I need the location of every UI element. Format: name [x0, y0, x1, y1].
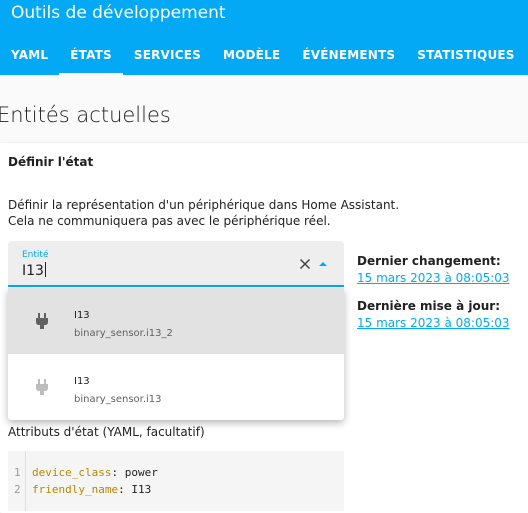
option-name: I13: [74, 376, 90, 387]
yaml-code-editor[interactable]: 1 device_class: power 2 friendly_name: I…: [8, 451, 344, 511]
tab-yaml[interactable]: YAML: [0, 36, 59, 75]
description-line-2: Cela ne communiquera pas avec le périphé…: [8, 214, 331, 228]
tab-statistiques[interactable]: STATISTIQUES: [406, 36, 525, 75]
dropdown-option[interactable]: I13 binary_sensor.i13: [8, 354, 344, 420]
yaml-value: power: [124, 466, 158, 479]
entity-input[interactable]: I13: [22, 262, 46, 279]
line-number: 2: [14, 483, 21, 496]
chevron-up-icon[interactable]: [317, 258, 329, 270]
power-plug-icon: [36, 313, 48, 329]
app-title: Outils de développement: [11, 3, 226, 23]
last-changed-link[interactable]: 15 mars 2023 à 08:05:03: [357, 271, 510, 285]
power-plug-icon: [36, 379, 48, 395]
tab-services[interactable]: SERVICES: [123, 36, 212, 75]
clear-icon[interactable]: [296, 255, 314, 273]
page-title: Entités actuelles: [0, 103, 171, 127]
last-updated-link[interactable]: 15 mars 2023 à 08:05:03: [357, 316, 510, 330]
code-line: friendly_name: I13: [32, 483, 152, 496]
tab-bar: YAML ÉTATS SERVICES MODÈLE ÉVÉNEMENTS ST…: [0, 36, 526, 75]
yaml-key: device_class: [32, 466, 112, 479]
yaml-value: I13: [131, 483, 152, 496]
card-title: Définir l'état: [8, 155, 94, 169]
dropdown-option[interactable]: I13 binary_sensor.i13_2: [8, 288, 344, 354]
description-line-1: Définir la représentation d'un périphéri…: [8, 198, 400, 212]
top-app-bar: Outils de développement YAML ÉTATS SERVI…: [0, 0, 528, 75]
line-number-gutter: [8, 451, 26, 511]
card-description: Définir la représentation d'un périphéri…: [8, 197, 399, 229]
attributes-label: Attributs d'état (YAML, facultatif): [8, 425, 205, 439]
last-changed-label: Dernier changement:: [357, 254, 501, 268]
option-entity-id: binary_sensor.i13: [74, 394, 162, 405]
text-caret: [44, 262, 46, 277]
tab-evenements[interactable]: ÉVÉNEMENTS: [291, 36, 406, 75]
line-number: 1: [14, 466, 21, 479]
entity-field-label: Entité: [22, 250, 49, 260]
entity-combobox[interactable]: Entité I13: [8, 241, 344, 287]
entity-input-value: I13: [22, 263, 44, 279]
entity-dropdown: I13 binary_sensor.i13_2 I13 binary_senso…: [8, 288, 344, 420]
option-entity-id: binary_sensor.i13_2: [74, 328, 173, 339]
tab-modele[interactable]: MODÈLE: [212, 36, 291, 75]
last-updated-label: Dernière mise à jour:: [357, 299, 501, 313]
yaml-key: friendly_name: [32, 483, 119, 496]
tab-etats[interactable]: ÉTATS: [59, 36, 123, 75]
code-line: device_class: power: [32, 466, 158, 479]
option-name: I13: [74, 310, 90, 321]
